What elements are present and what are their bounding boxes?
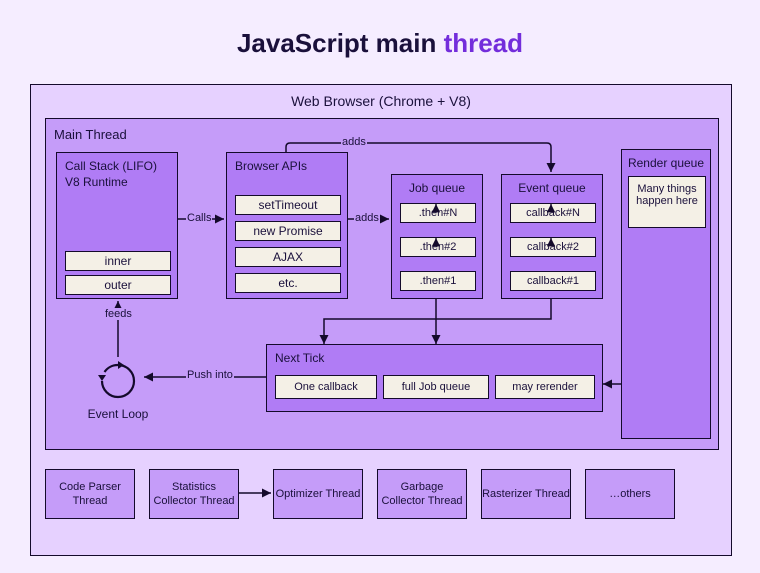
browser-box: Web Browser (Chrome + V8) Main Thread Re… xyxy=(30,84,732,556)
bottom-arrow-svg xyxy=(31,85,731,555)
page-title: JavaScript main thread xyxy=(0,28,760,59)
title-part1: JavaScript main xyxy=(237,28,444,58)
title-part2: thread xyxy=(444,28,523,58)
